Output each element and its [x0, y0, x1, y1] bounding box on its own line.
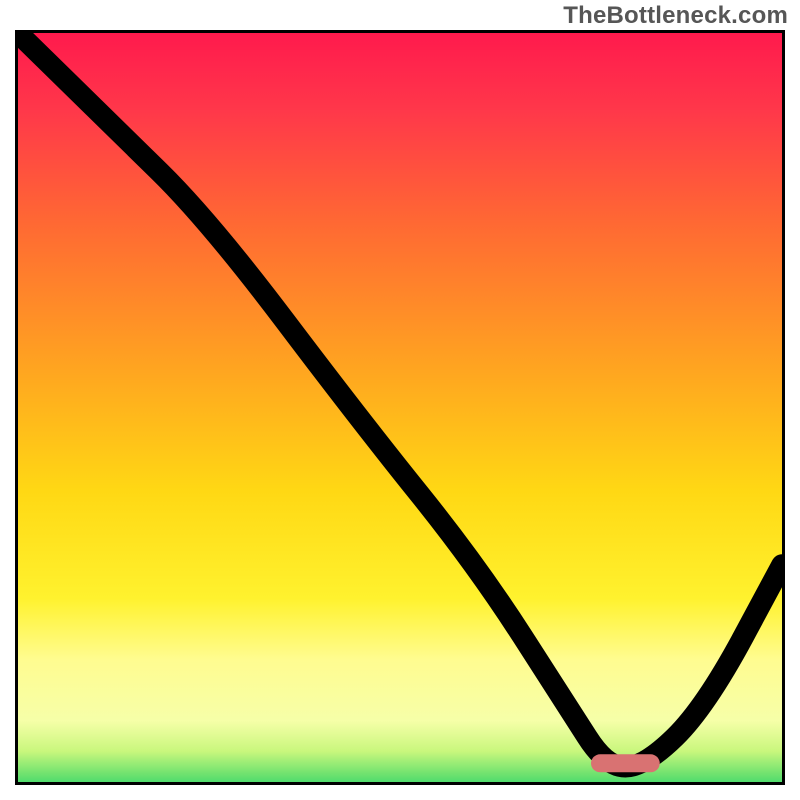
- chart-area: [15, 30, 785, 785]
- chart-plot: [18, 33, 782, 782]
- bottleneck-curve: [18, 33, 782, 767]
- watermark-text: TheBottleneck.com: [563, 2, 788, 30]
- optimal-range-marker: [591, 754, 660, 772]
